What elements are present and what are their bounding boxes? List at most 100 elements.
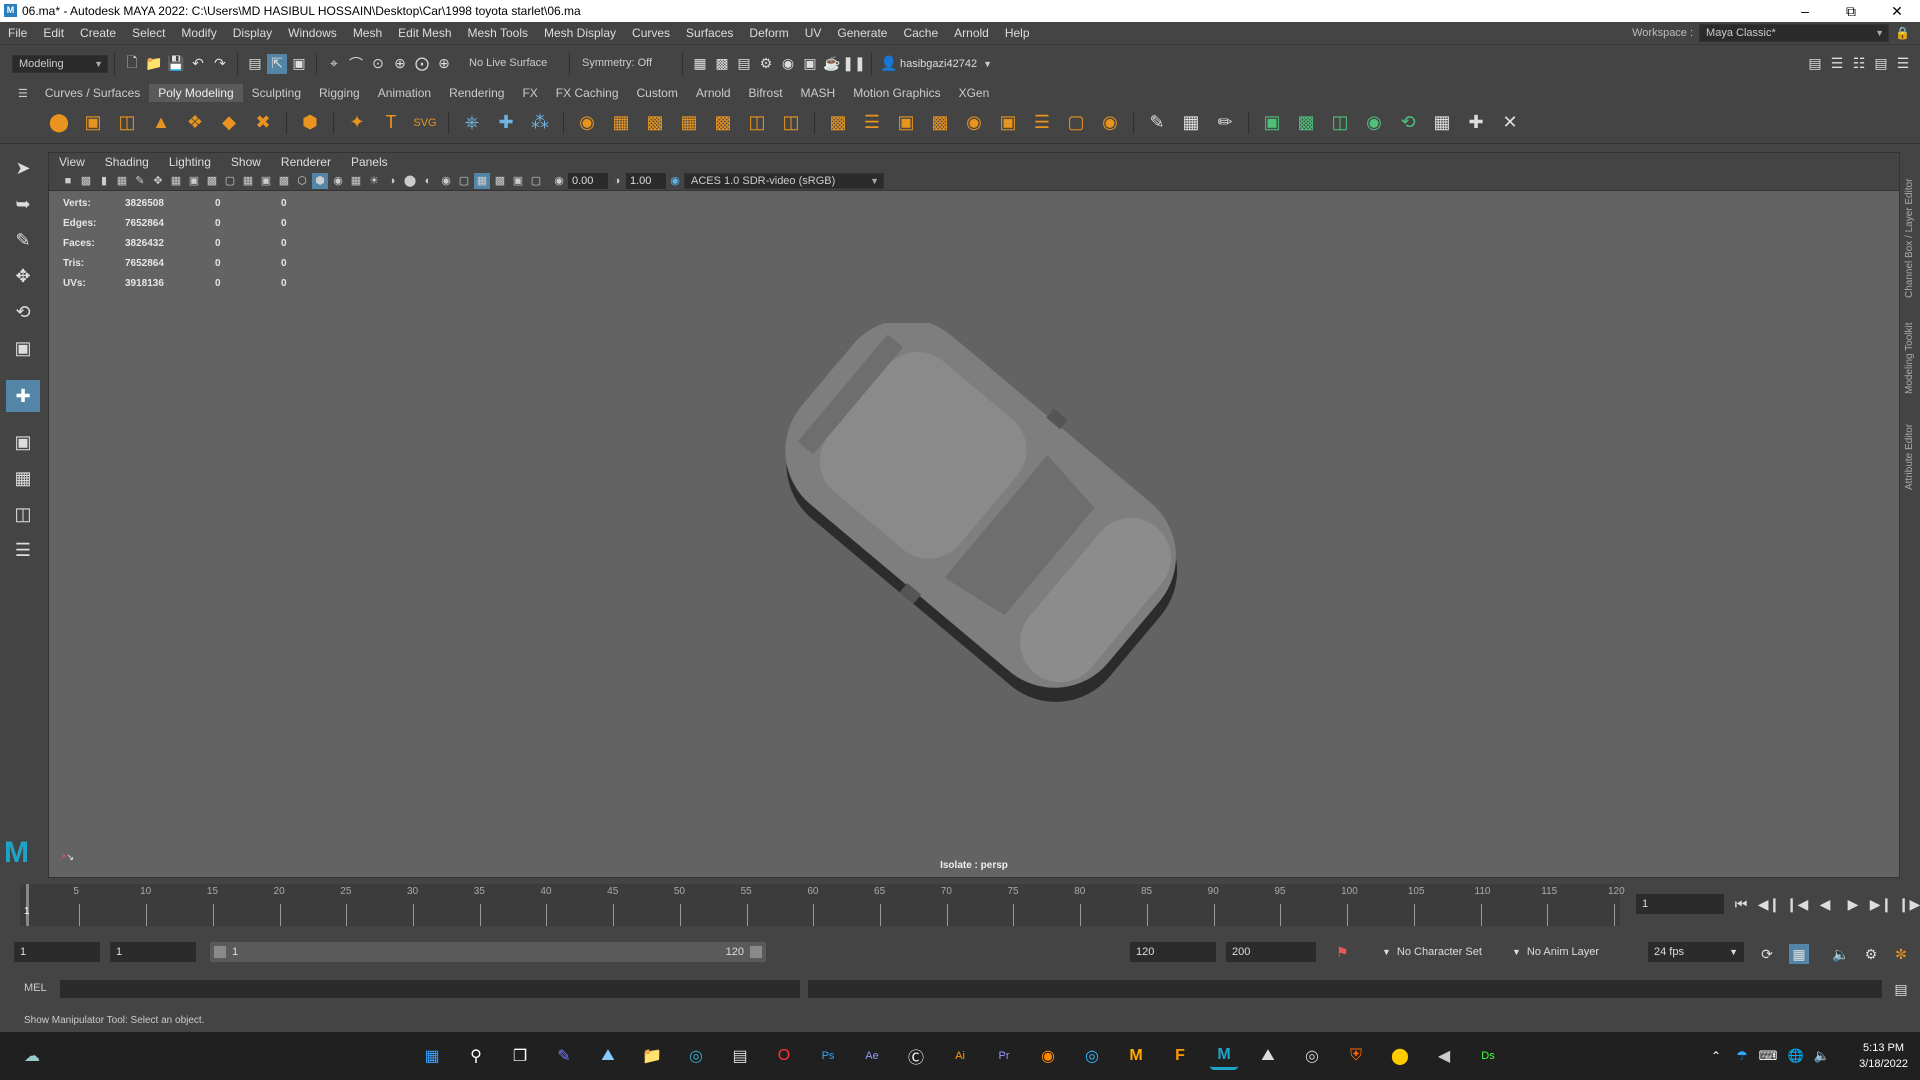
marmoset-icon[interactable]: M bbox=[1122, 1042, 1150, 1070]
menu-create[interactable]: Create bbox=[72, 22, 124, 44]
step-forward-key-icon[interactable]: ▶❙ bbox=[1870, 894, 1893, 914]
super-shape-icon[interactable]: ✦ bbox=[343, 109, 371, 137]
collapse-icon[interactable]: ▢ bbox=[1062, 109, 1090, 137]
panel-menu-view[interactable]: View bbox=[49, 153, 95, 171]
maya-taskbar-icon[interactable]: M bbox=[1210, 1042, 1238, 1070]
single-pane-icon[interactable]: ▣ bbox=[6, 426, 40, 458]
network-icon[interactable]: 🌐 bbox=[1782, 1042, 1810, 1070]
menu-curves[interactable]: Curves bbox=[624, 22, 678, 44]
cylindrical-map-icon[interactable]: ◫ bbox=[1326, 109, 1354, 137]
platonic-solid-icon[interactable]: ⬢ bbox=[296, 109, 324, 137]
attribute-editor-tab[interactable]: Attribute Editor bbox=[1904, 400, 1915, 490]
rotate-tool-icon[interactable]: ⟲ bbox=[6, 296, 40, 328]
menu-mesh[interactable]: Mesh bbox=[345, 22, 390, 44]
viewport-panel[interactable]: View Shading Lighting Show Renderer Pane… bbox=[48, 152, 1900, 878]
poly-cone-icon[interactable]: ▲ bbox=[147, 109, 175, 137]
tab-bifrost[interactable]: Bifrost bbox=[740, 84, 792, 102]
select-tool-icon[interactable]: ➤ bbox=[6, 152, 40, 184]
photos-icon[interactable]: ⛰ bbox=[594, 1042, 622, 1070]
two-pane-icon[interactable]: ◫ bbox=[6, 498, 40, 530]
cache-playback-icon[interactable]: ▦ bbox=[1789, 944, 1809, 964]
hypershade-icon[interactable]: ◉ bbox=[778, 54, 798, 74]
menu-edit-mesh[interactable]: Edit Mesh bbox=[390, 22, 459, 44]
gamma-field[interactable]: 1.00 bbox=[626, 172, 666, 189]
mirror-icon[interactable]: ⎈ bbox=[458, 109, 486, 137]
auto-key-icon[interactable]: ⚑ bbox=[1336, 944, 1349, 961]
character-set-dropdown[interactable]: ▼ No Character Set bbox=[1376, 942, 1496, 962]
poly-sphere-icon[interactable]: ⬤ bbox=[45, 109, 73, 137]
anti-aliasing-icon[interactable]: ◉ bbox=[438, 173, 454, 189]
search-icon[interactable]: ⚲ bbox=[462, 1042, 490, 1070]
menu-edit[interactable]: Edit bbox=[35, 22, 72, 44]
offset-edge-loop-icon[interactable]: ✏ bbox=[1211, 109, 1239, 137]
select-object-icon[interactable]: ⇱ bbox=[267, 53, 287, 74]
loop-icon[interactable]: ⟳ bbox=[1757, 944, 1777, 964]
go-to-start-icon[interactable]: ⏮ bbox=[1731, 894, 1751, 914]
snap-surface-icon[interactable]: ⨀ bbox=[412, 54, 432, 74]
current-frame-field[interactable]: 1 bbox=[1636, 894, 1724, 914]
play-backwards-icon[interactable]: ◀ bbox=[1815, 894, 1835, 914]
restore-button[interactable]: ⧉ bbox=[1828, 0, 1874, 22]
obs-icon[interactable]: ◎ bbox=[1298, 1042, 1326, 1070]
teams-chat-icon[interactable]: ✎ bbox=[550, 1042, 578, 1070]
symmetry-dropdown[interactable]: Symmetry: Off bbox=[576, 54, 676, 73]
show-manipulator-icon[interactable]: ✚ bbox=[6, 380, 40, 412]
camera-attributes-icon[interactable]: ▩ bbox=[78, 173, 94, 189]
wireframe-on-shaded-icon[interactable]: ◉ bbox=[330, 173, 346, 189]
anim-prefs-icon[interactable]: ⚙ bbox=[1861, 944, 1881, 964]
menu-mesh-display[interactable]: Mesh Display bbox=[536, 22, 624, 44]
bridge-icon[interactable]: ◫ bbox=[777, 109, 805, 137]
daz-studio-icon[interactable]: Ds bbox=[1474, 1042, 1502, 1070]
poly-cylinder-icon[interactable]: ◫ bbox=[113, 109, 141, 137]
snap-together-icon[interactable]: ⁂ bbox=[526, 109, 554, 137]
smooth-icon[interactable]: ▦ bbox=[675, 109, 703, 137]
arnold-render-icon[interactable]: ☕ bbox=[822, 54, 842, 74]
planar-map-icon[interactable]: ▩ bbox=[1292, 109, 1320, 137]
weather-icon[interactable]: ☁ bbox=[18, 1042, 46, 1070]
lock-icon[interactable]: 🔒 bbox=[1895, 26, 1910, 40]
tab-fx-caching[interactable]: FX Caching bbox=[547, 84, 628, 102]
outliner-layout-icon[interactable]: ☰ bbox=[6, 534, 40, 566]
animation-end-field[interactable]: 200 bbox=[1226, 942, 1316, 962]
chevron-down-icon[interactable]: ▼ bbox=[983, 59, 992, 69]
separate-icon[interactable]: ▦ bbox=[607, 109, 635, 137]
undo-icon[interactable]: ↶ bbox=[188, 54, 208, 74]
command-language-label[interactable]: MEL bbox=[24, 982, 47, 994]
panel-menu-panels[interactable]: Panels bbox=[341, 153, 398, 171]
user-name[interactable]: hasibgazi42742 bbox=[900, 58, 977, 70]
gate-mask-icon[interactable]: ▢ bbox=[222, 173, 238, 189]
scale-tool-icon[interactable]: ▣ bbox=[6, 332, 40, 364]
playback-end-field[interactable]: 120 bbox=[1130, 942, 1216, 962]
ambient-occlusion-icon[interactable]: ⬤ bbox=[402, 173, 418, 189]
extrude-icon[interactable]: ▩ bbox=[824, 109, 852, 137]
tab-mash[interactable]: MASH bbox=[792, 84, 845, 102]
checker-map-icon[interactable]: ▦ bbox=[1428, 109, 1456, 137]
view-transform-dropdown[interactable]: ACES 1.0 SDR-video (sRGB) ▼ bbox=[684, 172, 884, 189]
step-forward-frame-icon[interactable]: ❙▶ bbox=[1898, 894, 1920, 914]
mirror-geo-icon[interactable]: ◫ bbox=[743, 109, 771, 137]
exposure-field[interactable]: 0.00 bbox=[568, 172, 608, 189]
panel-menu-lighting[interactable]: Lighting bbox=[159, 153, 221, 171]
lights-icon[interactable]: ☀ bbox=[366, 173, 382, 189]
menu-select[interactable]: Select bbox=[124, 22, 173, 44]
panel-menu-shading[interactable]: Shading bbox=[95, 153, 159, 171]
grid-icon[interactable]: ▦ bbox=[168, 173, 184, 189]
safe-action-icon[interactable]: ▣ bbox=[258, 173, 274, 189]
opera-icon[interactable]: O bbox=[770, 1042, 798, 1070]
menu-deform[interactable]: Deform bbox=[741, 22, 796, 44]
append-icon[interactable]: ▩ bbox=[926, 109, 954, 137]
illustrator-icon[interactable]: Ai bbox=[946, 1042, 974, 1070]
photoshop-icon[interactable]: Ps bbox=[814, 1042, 842, 1070]
range-slider[interactable]: 1 120 bbox=[210, 942, 766, 962]
snap-curve-icon[interactable]: ⌒ bbox=[346, 54, 366, 74]
extract-icon[interactable]: ▩ bbox=[641, 109, 669, 137]
workspace-dropdown[interactable]: Maya Classic* ▼ bbox=[1699, 24, 1890, 42]
system-clock[interactable]: 5:13 PM 3/18/2022 bbox=[1859, 1040, 1908, 1072]
film-gate-icon[interactable]: ▣ bbox=[186, 173, 202, 189]
xray-icon[interactable]: ▩ bbox=[492, 173, 508, 189]
menu-uv[interactable]: UV bbox=[797, 22, 830, 44]
save-scene-icon[interactable]: 💾 bbox=[166, 54, 186, 74]
defender-icon[interactable]: ☂ bbox=[1728, 1042, 1756, 1070]
menu-display[interactable]: Display bbox=[225, 22, 280, 44]
resolution-gate-icon[interactable]: ▩ bbox=[204, 173, 220, 189]
